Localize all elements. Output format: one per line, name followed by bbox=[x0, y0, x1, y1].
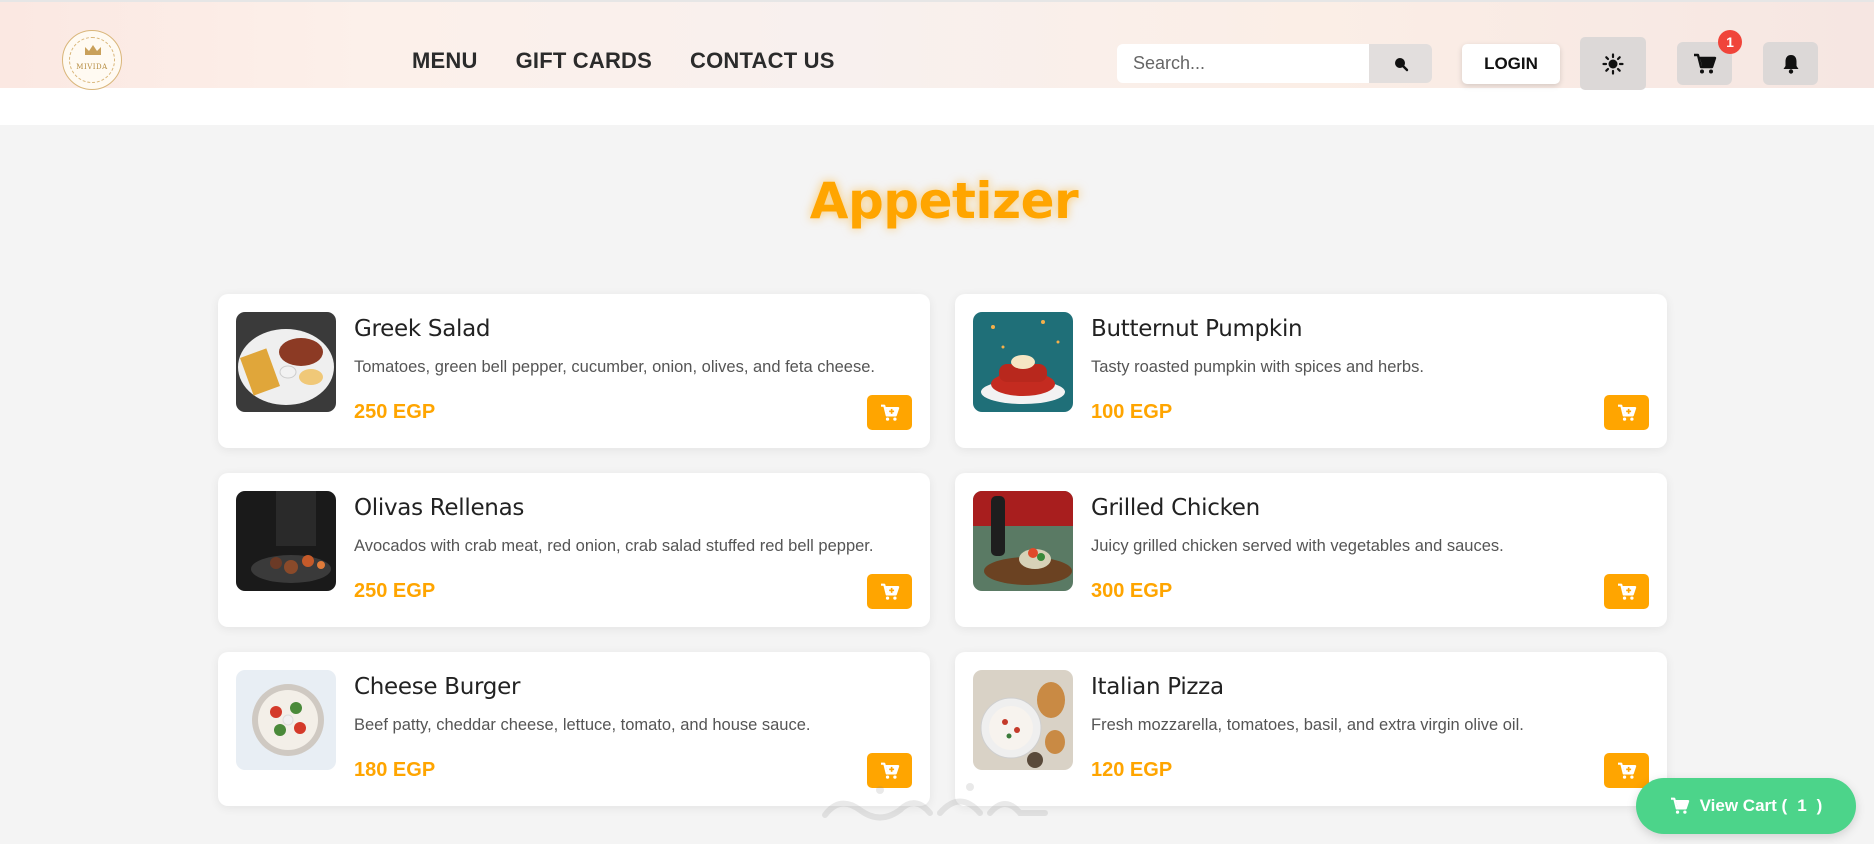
add-to-cart-button[interactable] bbox=[1604, 574, 1649, 609]
search-icon bbox=[1394, 57, 1408, 71]
item-name: Olivas Rellenas bbox=[354, 495, 525, 521]
item-image bbox=[236, 312, 336, 412]
item-name: Italian Pizza bbox=[1091, 674, 1224, 700]
logo-ring bbox=[69, 37, 115, 83]
nav-gift-cards[interactable]: GIFT CARDS bbox=[516, 48, 652, 74]
cart-icon bbox=[1670, 797, 1689, 814]
bell-icon bbox=[1783, 54, 1798, 74]
cart-icon bbox=[1693, 53, 1716, 73]
add-to-cart-icon bbox=[1617, 404, 1636, 421]
menu-item-card: Italian Pizza Fresh mozzarella, tomatoes… bbox=[955, 652, 1667, 806]
sun-icon bbox=[1602, 52, 1624, 75]
search-bar bbox=[1117, 44, 1432, 83]
add-to-cart-button[interactable] bbox=[867, 574, 912, 609]
view-cart-close-paren: ) bbox=[1816, 796, 1823, 815]
login-button[interactable]: LOGIN bbox=[1462, 44, 1560, 84]
menu-item-card: Greek Salad Tomatoes, green bell pepper,… bbox=[218, 294, 930, 448]
item-name: Greek Salad bbox=[354, 316, 491, 342]
item-description: Tasty roasted pumpkin with spices and he… bbox=[1091, 358, 1424, 376]
cart-count-badge: 1 bbox=[1718, 30, 1742, 54]
item-image bbox=[973, 491, 1073, 591]
add-to-cart-button[interactable] bbox=[867, 395, 912, 430]
menu-item-card: Butternut Pumpkin Tasty roasted pumpkin … bbox=[955, 294, 1667, 448]
search-input[interactable] bbox=[1117, 44, 1369, 83]
search-button[interactable] bbox=[1369, 44, 1432, 83]
add-to-cart-icon bbox=[880, 583, 899, 600]
item-price: 120 EGP bbox=[1091, 759, 1173, 781]
view-cart-label: View Cart ( bbox=[1699, 796, 1788, 815]
view-cart-button[interactable]: View Cart ( 1 ) bbox=[1636, 778, 1856, 834]
nav-contact-us[interactable]: CONTACT US bbox=[690, 48, 835, 74]
add-to-cart-button[interactable] bbox=[1604, 395, 1649, 430]
add-to-cart-icon bbox=[1617, 762, 1636, 779]
item-price: 300 EGP bbox=[1091, 580, 1173, 602]
item-price: 100 EGP bbox=[1091, 401, 1173, 423]
site-logo[interactable]: MIVIDA bbox=[62, 30, 122, 90]
item-description: Fresh mozzarella, tomatoes, basil, and e… bbox=[1091, 716, 1524, 734]
item-description: Avocados with crab meat, red onion, crab… bbox=[354, 537, 874, 555]
item-description: Juicy grilled chicken served with vegeta… bbox=[1091, 537, 1504, 555]
item-name: Butternut Pumpkin bbox=[1091, 316, 1303, 342]
menu-item-card: Olivas Rellenas Avocados with crab meat,… bbox=[218, 473, 930, 627]
menu-item-card: Grilled Chicken Juicy grilled chicken se… bbox=[955, 473, 1667, 627]
add-to-cart-button[interactable] bbox=[1604, 753, 1649, 788]
theme-toggle-button[interactable] bbox=[1580, 37, 1646, 90]
notifications-button[interactable] bbox=[1763, 42, 1818, 85]
add-to-cart-icon bbox=[880, 404, 899, 421]
add-to-cart-icon bbox=[1617, 583, 1636, 600]
item-price: 250 EGP bbox=[354, 401, 436, 423]
view-cart-count: 1 bbox=[1797, 796, 1807, 815]
item-name: Grilled Chicken bbox=[1091, 495, 1260, 521]
item-image bbox=[236, 670, 336, 770]
item-price: 180 EGP bbox=[354, 759, 436, 781]
item-image bbox=[973, 670, 1073, 770]
item-image bbox=[973, 312, 1073, 412]
item-description: Beef patty, cheddar cheese, lettuce, tom… bbox=[354, 716, 811, 734]
main-nav: MENU GIFT CARDS CONTACT US bbox=[412, 48, 835, 74]
item-image bbox=[236, 491, 336, 591]
nav-menu[interactable]: MENU bbox=[412, 48, 478, 74]
site-header: MIVIDA MENU GIFT CARDS CONTACT US LOGIN bbox=[0, 0, 1874, 125]
section-title: Appetizer bbox=[809, 172, 1079, 230]
item-description: Tomatoes, green bell pepper, cucumber, o… bbox=[354, 358, 875, 376]
watermark-logo bbox=[822, 783, 1048, 821]
item-name: Cheese Burger bbox=[354, 674, 521, 700]
item-price: 250 EGP bbox=[354, 580, 436, 602]
